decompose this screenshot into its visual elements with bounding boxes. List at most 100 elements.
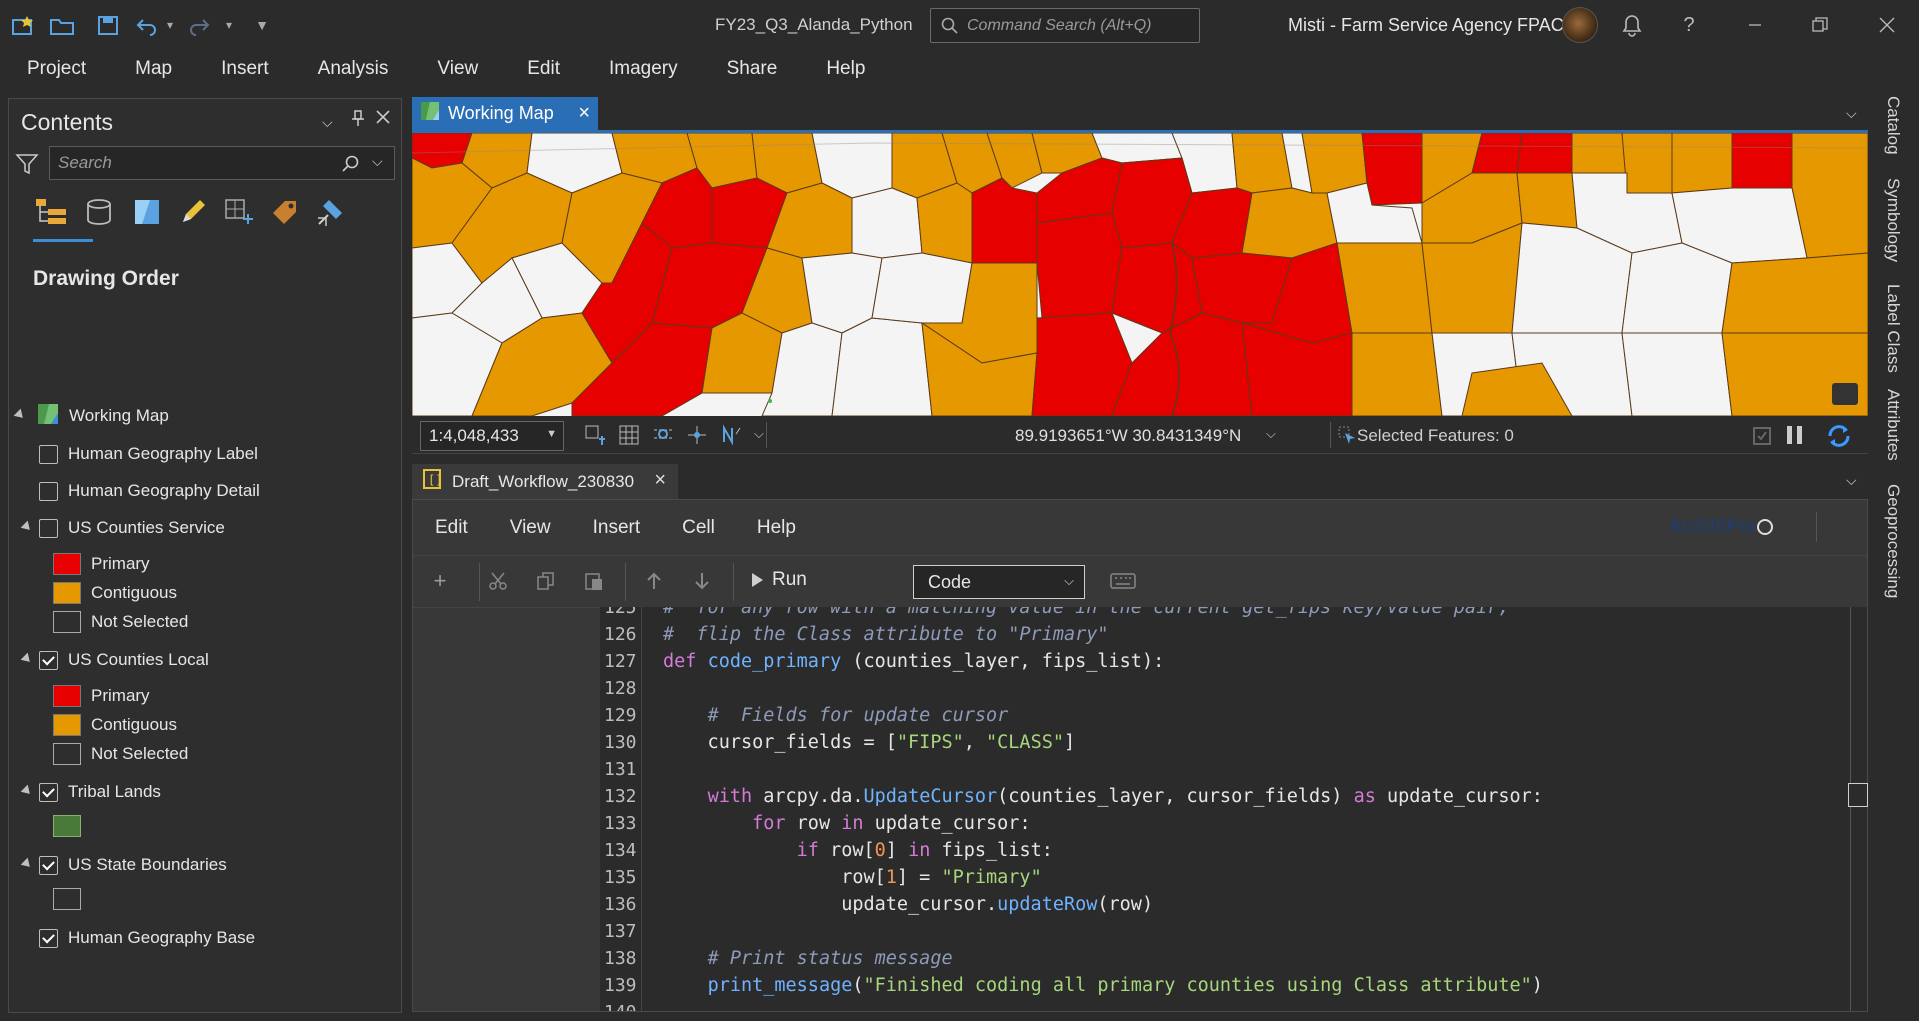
close-tab-icon[interactable]: × bbox=[578, 102, 590, 125]
redo-dropdown-icon[interactable]: ▾ bbox=[222, 12, 236, 38]
visibility-checkbox[interactable] bbox=[39, 518, 58, 538]
grid-icon[interactable] bbox=[618, 424, 640, 446]
user-avatar[interactable] bbox=[1562, 7, 1598, 43]
code-line[interactable]: 129 # Fields for update cursor bbox=[600, 702, 1800, 729]
pause-drawing-icon[interactable] bbox=[1787, 426, 1802, 444]
menu-insert[interactable]: Insert bbox=[221, 58, 269, 80]
code-line[interactable]: 127 def code_primary (counties_layer, fip… bbox=[600, 648, 1800, 675]
keyboard-shortcuts-icon[interactable] bbox=[1105, 569, 1141, 593]
constraints-icon[interactable] bbox=[686, 424, 708, 446]
visibility-checkbox[interactable] bbox=[39, 481, 58, 501]
menu-help[interactable]: Help bbox=[826, 58, 865, 80]
code-line[interactable]: 133 for row in update_cursor: bbox=[600, 810, 1800, 837]
dock-tab-symbology[interactable]: Symbology bbox=[1883, 178, 1903, 262]
code-line[interactable]: 131 bbox=[600, 756, 1800, 783]
collapse-triangle-icon[interactable] bbox=[20, 520, 34, 534]
visibility-checkbox[interactable] bbox=[39, 928, 58, 948]
nb-menu-view[interactable]: View bbox=[510, 517, 551, 539]
insert-cell-icon[interactable]: + bbox=[425, 568, 455, 593]
layer-tribal-lands[interactable]: Tribal Lands bbox=[15, 779, 161, 805]
code-line[interactable]: 136 update_cursor.updateRow(row) bbox=[600, 891, 1800, 918]
save-project-icon[interactable] bbox=[96, 12, 122, 38]
collapse-triangle-icon[interactable] bbox=[20, 652, 34, 666]
layer-human-geography-base[interactable]: Human Geography Base bbox=[39, 925, 255, 951]
layer-us-counties-service[interactable]: US Counties Service bbox=[15, 515, 225, 541]
close-window-button[interactable] bbox=[1867, 10, 1907, 40]
help-icon[interactable]: ? bbox=[1678, 12, 1700, 38]
open-project-icon[interactable] bbox=[49, 12, 75, 38]
code-line[interactable]: 135 row[1] = "Primary" bbox=[600, 864, 1800, 891]
menu-analysis[interactable]: Analysis bbox=[318, 58, 389, 80]
tab-working-map[interactable]: Working Map × bbox=[412, 97, 598, 130]
menu-edit[interactable]: Edit bbox=[527, 58, 560, 80]
notebook-scrollbar[interactable] bbox=[1850, 607, 1868, 1011]
coordinate-format-dropdown-icon[interactable]: ⌵ bbox=[1266, 426, 1276, 442]
visibility-checkbox[interactable] bbox=[39, 782, 58, 802]
menu-view[interactable]: View bbox=[437, 58, 478, 80]
user-account-label[interactable]: Misti - Farm Service Agency FPAC bbox=[1288, 15, 1564, 36]
code-line[interactable]: 128 bbox=[600, 675, 1800, 702]
command-search-input[interactable]: Command Search (Alt+Q) bbox=[930, 8, 1200, 43]
dock-tab-geoprocessing[interactable]: Geoprocessing bbox=[1883, 484, 1903, 598]
snapping-toggle-icon[interactable] bbox=[1752, 426, 1772, 446]
pin-pane-icon[interactable] bbox=[351, 109, 365, 132]
close-tab-icon[interactable]: × bbox=[654, 469, 666, 492]
visibility-checkbox[interactable] bbox=[39, 444, 58, 464]
visibility-checkbox[interactable] bbox=[39, 650, 58, 670]
restore-button[interactable] bbox=[1800, 10, 1840, 40]
code-line[interactable]: 140 bbox=[600, 999, 1800, 1011]
move-cell-down-icon[interactable] bbox=[687, 569, 717, 593]
refresh-icon[interactable] bbox=[1826, 423, 1852, 449]
notebook-options-chevron-icon[interactable]: ⌵ bbox=[1846, 472, 1857, 489]
code-line[interactable]: 132 with arcpy.da.UpdateCursor(counties_… bbox=[600, 783, 1800, 810]
code-line[interactable]: 139 print_message("Finished coding all p… bbox=[600, 972, 1800, 999]
pane-options-chevron-icon[interactable]: ⌵ bbox=[322, 114, 333, 131]
layer-us-state-boundaries[interactable]: US State Boundaries bbox=[15, 852, 227, 878]
list-by-data-source-icon[interactable] bbox=[81, 194, 117, 230]
run-button[interactable]: Run bbox=[750, 569, 807, 591]
collapse-triangle-icon[interactable] bbox=[20, 857, 34, 871]
map-canvas[interactable] bbox=[412, 133, 1868, 416]
code-line[interactable]: 137 bbox=[600, 918, 1800, 945]
menu-share[interactable]: Share bbox=[727, 58, 778, 80]
nav-tools-dropdown-icon[interactable]: ⌵ bbox=[754, 426, 764, 446]
minimize-button[interactable] bbox=[1735, 10, 1775, 40]
collapse-triangle-icon[interactable] bbox=[13, 408, 27, 422]
view-options-chevron-icon[interactable]: ⌵ bbox=[1846, 105, 1857, 122]
dock-tab-attributes[interactable]: Attributes bbox=[1883, 389, 1903, 461]
nb-menu-cell[interactable]: Cell bbox=[682, 517, 715, 539]
customize-toolbar-icon[interactable]: ▼ bbox=[252, 12, 272, 38]
tab-notebook[interactable]: [] Draft_Workflow_230830 × bbox=[412, 464, 678, 499]
list-by-selection-icon[interactable] bbox=[129, 194, 165, 230]
dock-tab-label-class[interactable]: Label Class bbox=[1883, 284, 1903, 373]
visibility-checkbox[interactable] bbox=[39, 855, 58, 875]
close-pane-icon[interactable] bbox=[375, 109, 391, 130]
filter-icon[interactable] bbox=[15, 152, 39, 181]
collapse-triangle-icon[interactable] bbox=[20, 784, 34, 798]
code-line[interactable]: 130 cursor_fields = ["FIPS", "CLASS"] bbox=[600, 729, 1800, 756]
search-dropdown-icon[interactable]: ⌵ bbox=[372, 153, 383, 170]
code-cell-editor[interactable]: 125 # for any row with a matching value i… bbox=[600, 607, 1867, 1011]
menu-project[interactable]: Project bbox=[27, 58, 86, 80]
dock-tab-catalog[interactable]: Catalog bbox=[1883, 96, 1903, 155]
copy-icon[interactable] bbox=[531, 569, 561, 593]
list-by-labeling-icon[interactable] bbox=[267, 194, 303, 230]
scroll-thumb[interactable] bbox=[1848, 783, 1868, 807]
layer-human-geography-label[interactable]: Human Geography Label bbox=[39, 441, 258, 467]
nb-menu-help[interactable]: Help bbox=[757, 517, 796, 539]
cut-icon[interactable] bbox=[483, 569, 513, 593]
selected-features-count[interactable]: Selected Features: 0 bbox=[1357, 426, 1514, 446]
menu-map[interactable]: Map bbox=[135, 58, 172, 80]
menu-imagery[interactable]: Imagery bbox=[609, 58, 678, 80]
scale-dropdown-icon[interactable]: ▼ bbox=[546, 428, 557, 440]
map-scale-selector[interactable]: 1:4,048,433 ▼ bbox=[420, 421, 564, 451]
notifications-bell-icon[interactable] bbox=[1619, 12, 1645, 38]
fixed-zoom-icon[interactable] bbox=[584, 424, 606, 446]
code-line[interactable]: 125 # for any row with a matching value i… bbox=[600, 607, 1800, 621]
list-by-drawing-order-icon[interactable] bbox=[33, 194, 69, 230]
selection-icon[interactable] bbox=[1337, 425, 1357, 445]
list-by-perspective-imagery-icon[interactable] bbox=[313, 194, 349, 230]
new-project-icon[interactable] bbox=[10, 12, 36, 38]
move-cell-up-icon[interactable] bbox=[639, 569, 669, 593]
redo-icon[interactable] bbox=[186, 12, 212, 38]
